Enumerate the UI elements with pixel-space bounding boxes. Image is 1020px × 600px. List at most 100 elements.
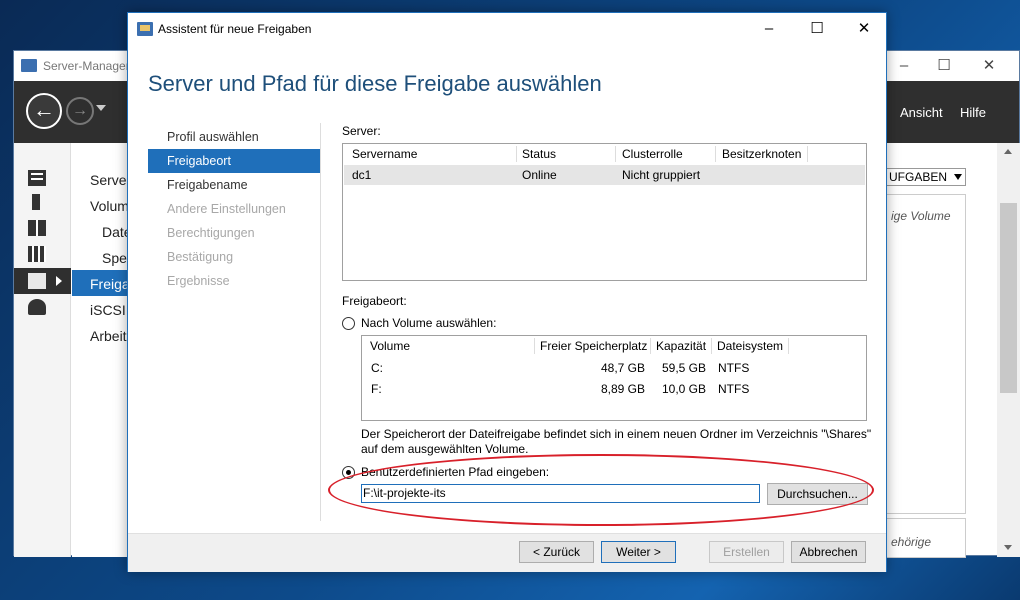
column-separator [534,338,535,354]
forward-arrow-icon[interactable]: → [66,97,94,125]
radio-custom-path-label[interactable]: Benutzerdefinierten Pfad eingeben: [361,465,549,480]
close-icon[interactable]: ✕ [969,55,1009,77]
step-freigabeort[interactable]: Freigabeort [148,149,320,173]
maximize-icon[interactable]: ☐ [924,55,964,77]
cell-free-space: 8,89 GB [600,382,645,396]
col-volume[interactable]: Volume [370,339,410,353]
column-separator [516,146,517,162]
column-separator [807,146,808,162]
step-freigabename[interactable]: Freigabename [148,173,320,197]
col-kapazitaet[interactable]: Kapazität [656,339,706,353]
server-manager-title: Server-Manager [43,59,130,73]
panel-box-top: ige Volume [886,194,966,514]
col-status[interactable]: Status [522,147,556,161]
server-manager-right-panel: UFGABEN ige Volume ehörige [886,168,978,558]
radio-volume-label[interactable]: Nach Volume auswählen: [361,316,496,331]
scroll-up-icon[interactable] [1004,149,1012,154]
info-text-line-1: Der Speicherort der Dateifreigabe befind… [361,427,872,441]
path-input[interactable]: F:\it-projekte-its [361,484,760,503]
col-freier-speicherplatz[interactable]: Freier Speicherplatz [540,339,647,353]
tree-item-volume[interactable]: Volum [90,198,129,214]
scroll-down-icon[interactable] [1004,545,1012,550]
file-services-icon[interactable] [28,246,46,262]
menu-ansicht[interactable]: Ansicht [900,105,943,120]
server-list[interactable]: Servername Status Clusterrolle Besitzerk… [342,143,867,281]
steps-divider [320,123,321,521]
radio-custom-path[interactable] [342,466,355,479]
panel-text-volume: ige Volume [891,209,951,223]
next-button[interactable]: Weiter > [601,541,676,563]
wizard-footer: < Zurück Weiter > Erstellen Abbrechen [128,533,886,572]
panel-text-zugehoerige: ehörige [891,535,932,549]
cell-capacity: 59,5 GB [661,361,706,375]
table-row[interactable]: F: 8,89 GB 10,0 GB NTFS [363,379,865,399]
close-icon[interactable]: ✕ [841,17,887,41]
local-server-icon[interactable] [32,194,40,210]
step-bestaetigung: Bestätigung [167,250,234,264]
column-separator [711,338,712,354]
all-servers-icon[interactable] [28,220,46,236]
volume-list-header: Volume Freier Speicherplatz Kapazität Da… [362,336,866,356]
cell-status: Online [522,168,557,182]
cell-free-space: 48,7 GB [600,361,645,375]
storage-icon [28,273,46,289]
server-manager-scrollbar[interactable] [997,143,1020,557]
col-servername[interactable]: Servername [352,147,417,161]
tree-item-iscsi[interactable]: iSCSI [90,302,126,318]
panel-box-bottom: ehörige [886,518,966,558]
new-share-wizard-dialog: Assistent für neue Freigaben – ☐ ✕ Serve… [127,12,887,572]
chevron-down-icon [954,174,962,180]
tree-item-arbeitsordner[interactable]: Arbeit [90,328,127,344]
wizard-steps: Profil auswählen Freigabeort Freigabenam… [148,125,320,293]
server-list-header: Servername Status Clusterrolle Besitzerk… [343,144,866,164]
column-separator [615,146,616,162]
col-dateisystem[interactable]: Dateisystem [717,339,783,353]
column-separator [650,338,651,354]
column-separator [715,146,716,162]
minimize-icon[interactable]: – [746,17,792,41]
back-arrow-icon[interactable]: ← [26,93,62,129]
create-button: Erstellen [709,541,784,563]
step-andere-einstellungen: Andere Einstellungen [167,202,286,216]
location-label: Freigabeort: [342,294,407,308]
maximize-icon[interactable]: ☐ [794,17,840,41]
dashboard-icon[interactable] [28,170,46,186]
aufgaben-label: UFGABEN [889,170,948,184]
tree-item-server[interactable]: Server [90,172,131,188]
table-row[interactable]: dc1 Online Nicht gruppiert [344,165,865,185]
column-separator [788,338,789,354]
menu-hilfe[interactable]: Hilfe [960,105,986,120]
cell-capacity: 10,0 GB [661,382,706,396]
radio-volume[interactable] [342,317,355,330]
table-row[interactable]: C: 48,7 GB 59,5 GB NTFS [363,358,865,378]
cell-volume: F: [371,382,382,396]
server-label: Server: [342,124,381,138]
chevron-down-icon[interactable] [96,105,106,111]
back-button[interactable]: < Zurück [519,541,594,563]
browse-button[interactable]: Durchsuchen... [767,483,868,505]
step-berechtigungen: Berechtigungen [167,226,255,240]
scrollbar-thumb[interactable] [1000,203,1017,393]
info-text-line-2: auf dem ausgewählten Volume. [361,442,529,456]
col-clusterrolle[interactable]: Clusterrolle [622,147,683,161]
server-manager-icon [21,59,37,72]
cell-servername: dc1 [352,168,372,182]
col-besitzerknoten[interactable]: Besitzerknoten [722,147,801,161]
wizard-titlebar: Assistent für neue Freigaben – ☐ ✕ [128,13,886,45]
tree-item-speicherpools[interactable]: Spei [102,250,130,266]
chevron-right-icon [56,276,62,286]
share-folder-icon [137,22,153,36]
page-title: Server und Pfad für diese Freigabe auswä… [148,71,602,96]
step-ergebnisse: Ergebnisse [167,274,230,288]
step-profil-auswaehlen[interactable]: Profil auswählen [148,125,320,149]
cell-clusterrolle: Nicht gruppiert [622,168,701,182]
minimize-icon[interactable]: – [884,55,924,77]
cancel-button[interactable]: Abbrechen [791,541,866,563]
cell-volume: C: [371,361,383,375]
sidebar-selected-item[interactable] [14,268,71,294]
cell-filesystem: NTFS [718,361,750,375]
roles-icon[interactable] [28,299,46,315]
volume-list[interactable]: Volume Freier Speicherplatz Kapazität Da… [361,335,867,421]
tree-item-freigaben[interactable]: Freiga [90,276,130,292]
cell-filesystem: NTFS [718,382,750,396]
